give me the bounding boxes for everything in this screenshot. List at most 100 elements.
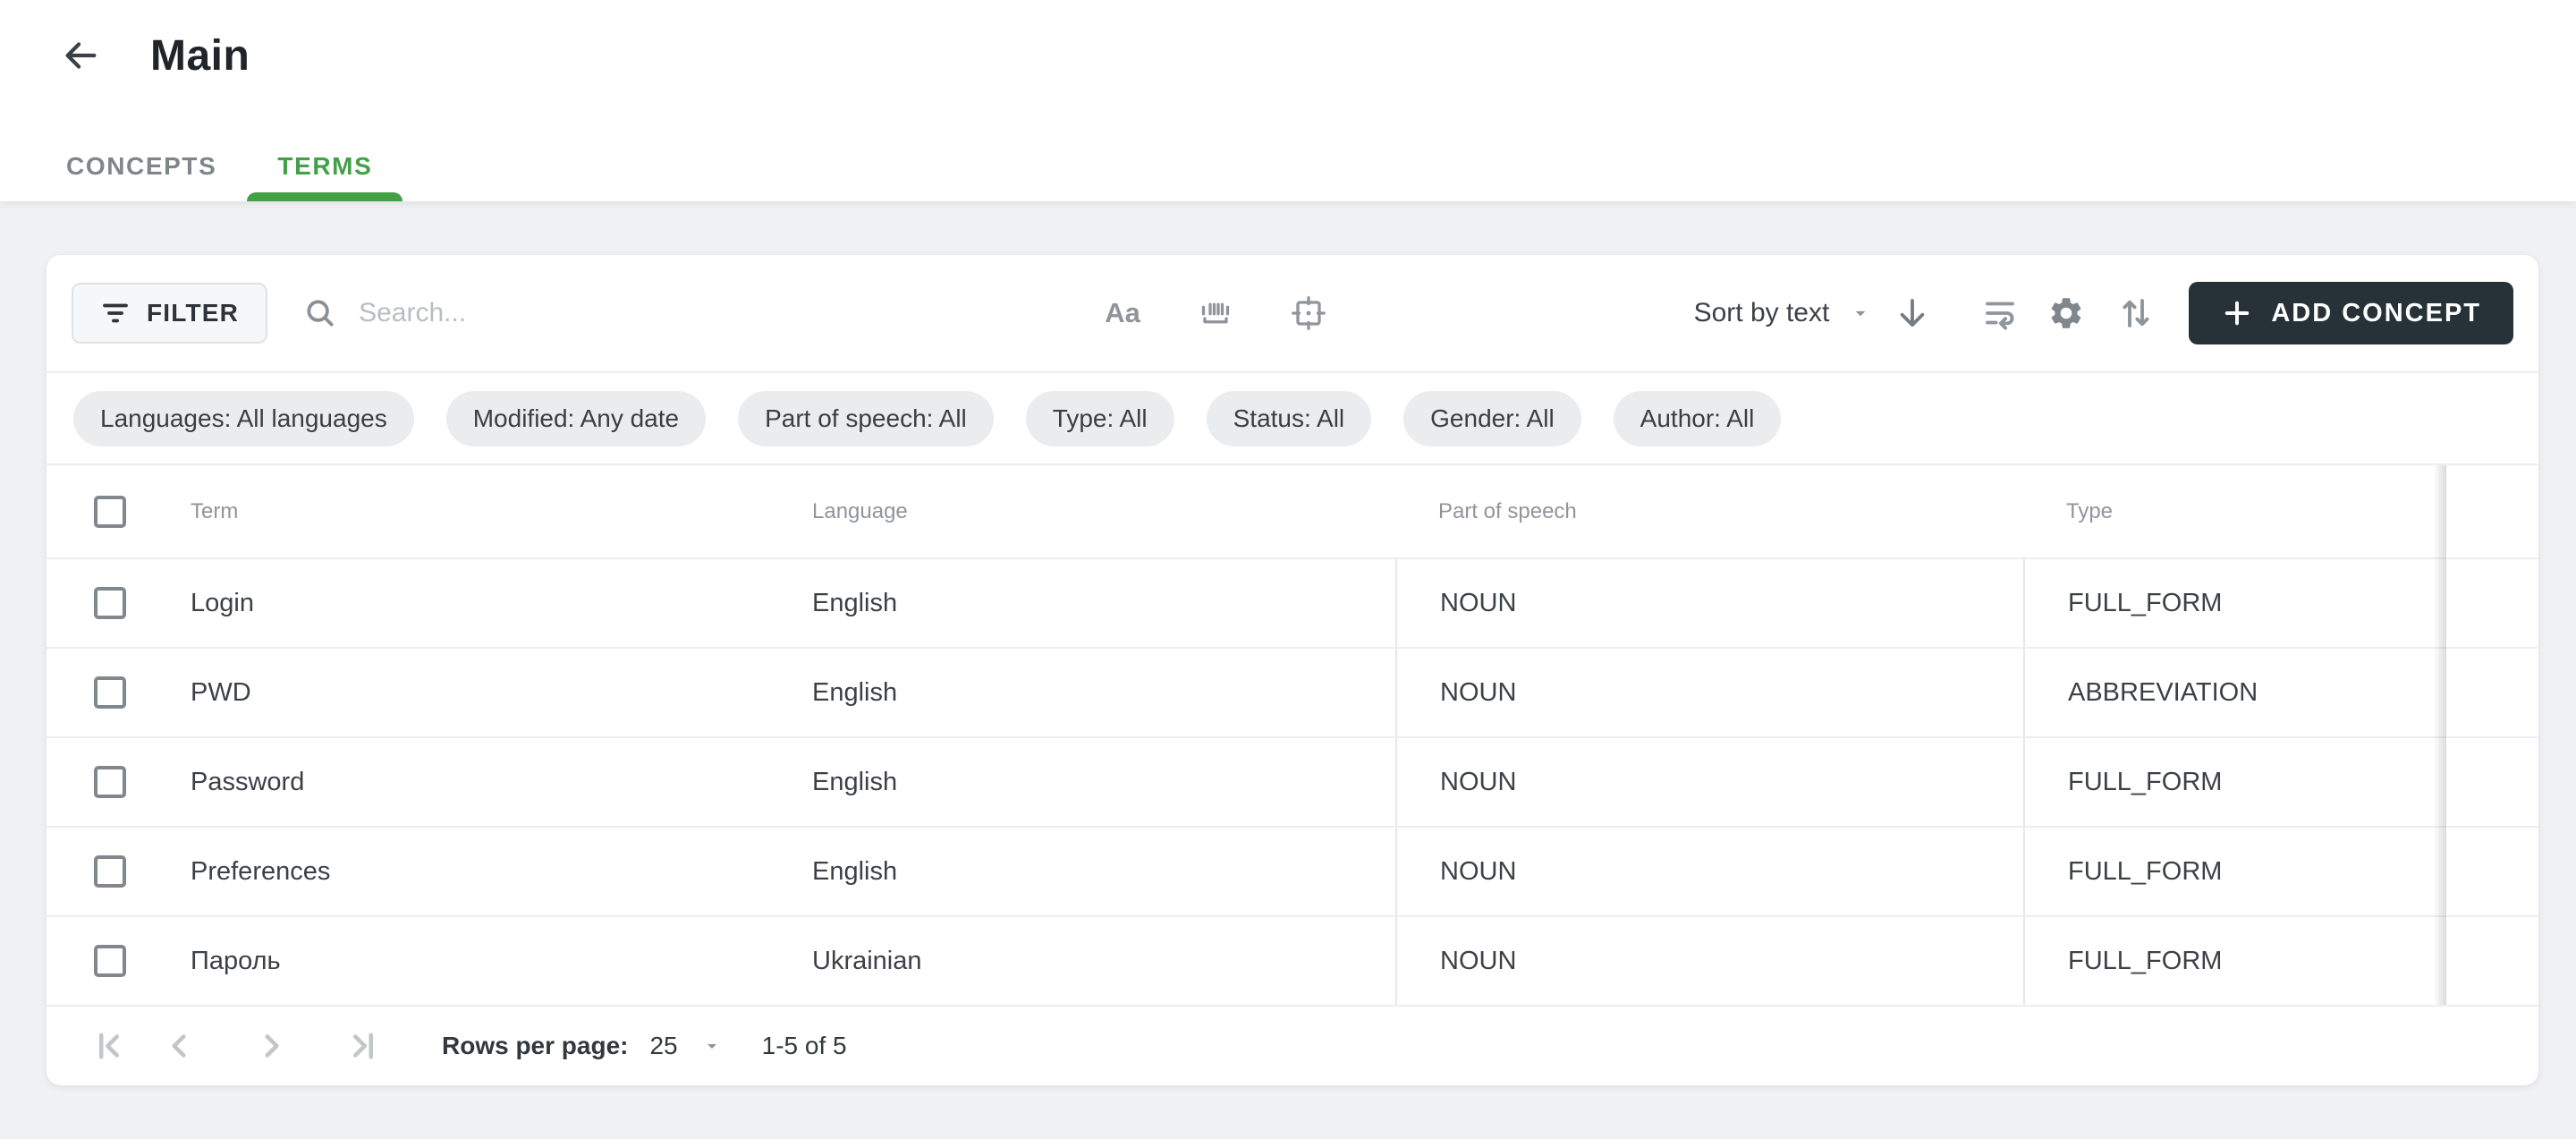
rows-per-page-value: 25 <box>649 1032 677 1060</box>
cell-actions <box>2446 828 2538 915</box>
row-checkbox[interactable] <box>94 766 126 798</box>
filter-button-label: FILTER <box>147 299 239 327</box>
cell-part-of-speech: NOUN <box>1395 738 2023 826</box>
sort-direction-button[interactable] <box>1892 293 1933 334</box>
viewfinder-icon <box>1290 294 1327 332</box>
tab-concepts[interactable]: CONCEPTS <box>36 132 247 201</box>
chevron-down-icon <box>701 1035 723 1057</box>
table-row[interactable]: Password EnglishNOUNFULL_FORM <box>47 736 2538 826</box>
rows-per-page-dropdown[interactable]: 25 <box>649 1032 722 1060</box>
cell-type: FULL_FORM <box>2023 917 2446 1005</box>
up-down-arrows-icon <box>2117 294 2155 332</box>
glossary-page: Main CONCEPTS TERMS FILTER <box>0 0 2576 1085</box>
filter-chip[interactable]: Gender: All <box>1403 391 1581 446</box>
rows-per-page-label: Rows per page: <box>442 1032 628 1060</box>
barcode-search-button[interactable] <box>1194 292 1237 335</box>
term-text: Password <box>191 768 304 797</box>
toolbar: FILTER Aa <box>47 255 2538 373</box>
pagination-bar: Rows per page: 25 1-5 of 5 <box>47 1005 2538 1085</box>
table-row[interactable]: Пароль UkrainianNOUNFULL_FORM <box>47 915 2538 1005</box>
title-row: Main <box>0 0 2576 81</box>
cell-part-of-speech: NOUN <box>1395 559 2023 647</box>
cell-type: FULL_FORM <box>2023 738 2446 826</box>
plus-icon <box>2221 297 2253 329</box>
barcode-icon <box>1197 294 1234 332</box>
chevron-down-icon <box>1849 302 1872 325</box>
filter-chip[interactable]: Status: All <box>1207 391 1372 446</box>
first-page-icon <box>90 1027 128 1065</box>
cell-term: Preferences <box>47 828 769 915</box>
next-page-button[interactable] <box>250 1024 293 1067</box>
import-export-button[interactable] <box>2115 293 2157 334</box>
filter-chip[interactable]: Part of speech: All <box>738 391 994 446</box>
wrap-text-button[interactable] <box>1979 293 2021 334</box>
arrow-left-icon <box>60 35 101 76</box>
cell-language: English <box>769 828 1395 915</box>
gear-icon <box>2047 294 2085 332</box>
back-button[interactable] <box>55 30 106 81</box>
term-text: Login <box>191 589 254 618</box>
select-region-button[interactable] <box>1287 292 1330 335</box>
term-text: Preferences <box>191 857 330 887</box>
filter-chips-row: Languages: All languages Modified: Any da… <box>47 373 2538 465</box>
last-page-icon <box>344 1027 382 1065</box>
match-case-button[interactable]: Aa <box>1101 292 1144 335</box>
cell-language: English <box>769 649 1395 736</box>
table-body: LoginEnglishNOUNFULL_FORMPWDEnglishNOUNA… <box>47 557 2538 1005</box>
filter-chip[interactable]: Author: All <box>1614 391 1782 446</box>
chevron-right-icon <box>253 1027 291 1065</box>
page-header: Main CONCEPTS TERMS <box>0 0 2576 201</box>
table-row[interactable]: PreferencesEnglishNOUNFULL_FORM <box>47 826 2538 915</box>
cell-part-of-speech: NOUN <box>1395 649 2023 736</box>
table-row[interactable]: PWDEnglishNOUNABBREVIATION <box>47 647 2538 736</box>
add-concept-label: ADD CONCEPT <box>2271 299 2481 328</box>
last-page-button[interactable] <box>342 1024 385 1067</box>
wrap-text-icon <box>1981 294 2019 332</box>
page-title: Main <box>150 31 250 81</box>
cell-actions <box>2446 917 2538 1005</box>
table-header-term: Term <box>47 465 769 557</box>
filter-button[interactable]: FILTER <box>72 283 267 344</box>
filter-chip[interactable]: Languages: All languages <box>73 391 414 446</box>
cell-part-of-speech: NOUN <box>1395 828 2023 915</box>
tab-terms[interactable]: TERMS <box>247 132 402 201</box>
column-header-type: Type <box>2023 465 2446 557</box>
toolbar-right-group: Sort by text <box>1694 282 2513 344</box>
terms-table: Term Language Part of speech Type LoginE… <box>47 465 2538 1005</box>
cell-language: Ukrainian <box>769 917 1395 1005</box>
table-row[interactable]: LoginEnglishNOUNFULL_FORM <box>47 557 2538 647</box>
settings-button[interactable] <box>2046 293 2087 334</box>
row-checkbox[interactable] <box>94 676 126 709</box>
cell-term: Пароль <box>47 917 769 1005</box>
add-concept-button[interactable]: ADD CONCEPT <box>2189 282 2513 344</box>
first-page-button[interactable] <box>88 1024 131 1067</box>
row-checkbox[interactable] <box>94 945 126 977</box>
cell-type: FULL_FORM <box>2023 559 2446 647</box>
pagination-range: 1-5 of 5 <box>762 1032 847 1060</box>
filter-chip[interactable]: Modified: Any date <box>446 391 706 446</box>
search-box <box>303 296 860 330</box>
search-options: Aa <box>1101 292 1330 335</box>
sort-by-label: Sort by text <box>1694 298 1830 328</box>
cell-part-of-speech: NOUN <box>1395 917 2023 1005</box>
cell-language: English <box>769 738 1395 826</box>
tab-bar: CONCEPTS TERMS <box>36 132 402 201</box>
tab-concepts-label: CONCEPTS <box>66 152 216 181</box>
previous-page-button[interactable] <box>157 1024 200 1067</box>
term-text: Пароль <box>191 947 281 976</box>
row-checkbox[interactable] <box>94 587 126 619</box>
arrow-down-icon <box>1894 294 1931 332</box>
terms-card: FILTER Aa <box>47 255 2538 1085</box>
column-header-actions <box>2446 465 2538 557</box>
column-header-term: Term <box>191 499 238 524</box>
column-header-part-of-speech: Part of speech <box>1395 465 2023 557</box>
filter-chip[interactable]: Type: All <box>1026 391 1174 446</box>
column-header-language: Language <box>769 465 1395 557</box>
page-content: FILTER Aa <box>0 201 2576 1085</box>
select-all-checkbox[interactable] <box>94 496 126 528</box>
filter-list-icon <box>100 298 131 328</box>
cell-actions <box>2446 649 2538 736</box>
search-input[interactable] <box>359 298 860 328</box>
sort-by-dropdown[interactable]: Sort by text <box>1694 298 1873 328</box>
row-checkbox[interactable] <box>94 855 126 888</box>
